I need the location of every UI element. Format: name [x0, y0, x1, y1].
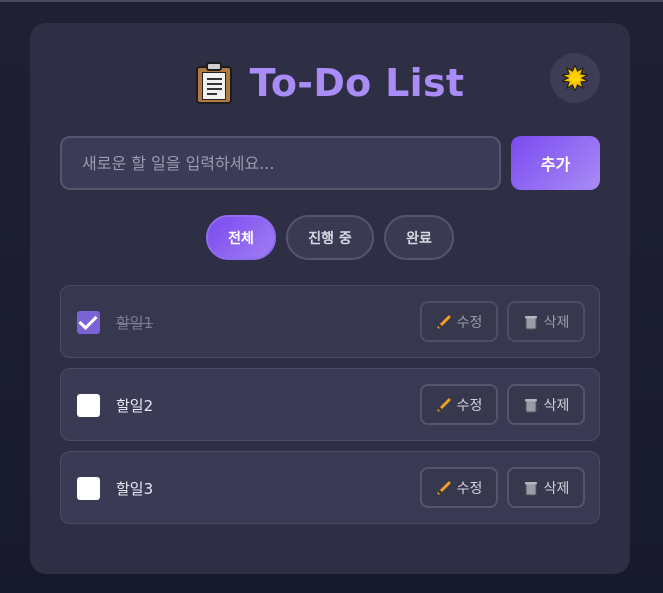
- edit-button[interactable]: 수정: [420, 384, 498, 425]
- trash-icon: [524, 398, 537, 412]
- todo-input[interactable]: [60, 136, 501, 190]
- pencil-icon: [437, 481, 451, 494]
- trash-icon: [524, 315, 537, 329]
- trash-icon: [524, 481, 537, 495]
- clipboard-icon: [195, 62, 232, 104]
- filter-completed-button[interactable]: 완료: [384, 215, 454, 260]
- todo-item: 할일1 수정 삭제: [60, 285, 600, 358]
- edit-button[interactable]: 수정: [420, 467, 498, 508]
- delete-button[interactable]: 삭제: [507, 467, 585, 508]
- edit-label: 수정: [456, 314, 483, 331]
- edit-label: 수정: [456, 397, 483, 414]
- todo-checkbox[interactable]: [77, 394, 100, 417]
- todo-checkbox[interactable]: [77, 477, 100, 500]
- todo-checkbox[interactable]: [77, 311, 100, 334]
- todo-card: To-Do List 추가 전체 진행 중 완료 할일1 수정: [30, 23, 630, 574]
- theme-toggle-button[interactable]: [550, 53, 600, 103]
- header: To-Do List: [30, 59, 630, 107]
- input-row: 추가: [60, 136, 600, 190]
- filter-active-button[interactable]: 진행 중: [286, 215, 374, 260]
- filter-group: 전체 진행 중 완료: [30, 215, 630, 261]
- app-title: To-Do List: [249, 61, 465, 105]
- todo-item: 할일2 수정 삭제: [60, 368, 600, 441]
- todo-text: 할일2: [116, 397, 154, 415]
- delete-label: 삭제: [543, 314, 570, 331]
- todo-text: 할일1: [116, 314, 154, 332]
- todo-item: 할일3 수정 삭제: [60, 451, 600, 524]
- window-top-border: [0, 0, 663, 2]
- delete-label: 삭제: [543, 397, 570, 414]
- pencil-icon: [437, 398, 451, 411]
- todo-list: 할일1 수정 삭제 할일2 수정 삭제 할일3 수정 삭제: [60, 285, 600, 534]
- pencil-icon: [437, 315, 451, 328]
- edit-button[interactable]: 수정: [420, 301, 498, 342]
- delete-button[interactable]: 삭제: [507, 301, 585, 342]
- filter-all-button[interactable]: 전체: [206, 215, 276, 260]
- todo-text: 할일3: [116, 480, 154, 498]
- edit-label: 수정: [456, 480, 483, 497]
- add-button[interactable]: 추가: [511, 136, 600, 190]
- delete-button[interactable]: 삭제: [507, 384, 585, 425]
- sun-icon: [562, 65, 588, 91]
- delete-label: 삭제: [543, 480, 570, 497]
